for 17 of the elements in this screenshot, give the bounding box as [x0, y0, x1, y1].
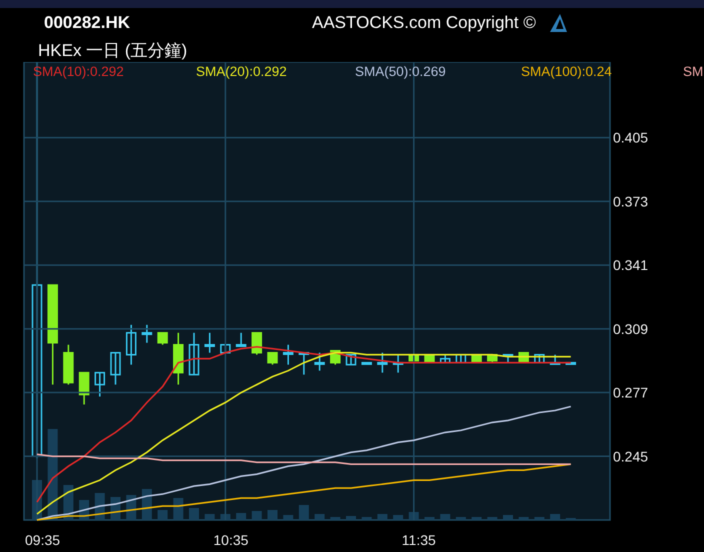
y-axis-label: 0.277 — [613, 384, 648, 401]
stock-symbol: 000282.HK — [44, 13, 132, 33]
y-axis-label: 0.309 — [613, 320, 648, 337]
x-axis-label: 11:35 — [402, 532, 436, 548]
legend-label: SMA(100):0.24 — [521, 64, 612, 79]
y-axis-label: 0.341 — [613, 257, 648, 274]
x-axis-label: 09:35 — [25, 532, 60, 548]
legend-label: SMA(20):0.292 — [196, 64, 287, 79]
legend-label: SM — [683, 64, 704, 79]
x-axis-label: 10:35 — [213, 532, 248, 548]
legend-label: SMA(10):0.292 — [33, 64, 124, 79]
legend-label: SMA(50):0.269 — [355, 64, 446, 79]
y-axis-label: 0.405 — [613, 130, 648, 146]
exchange-period-label: HKEx 一日 (五分鐘) — [38, 40, 188, 62]
y-axis-label: 0.245 — [613, 448, 648, 464]
y-axis-label: 0.373 — [613, 193, 648, 210]
copyright-text: AASTOCKS.com Copyright © — [312, 13, 536, 33]
